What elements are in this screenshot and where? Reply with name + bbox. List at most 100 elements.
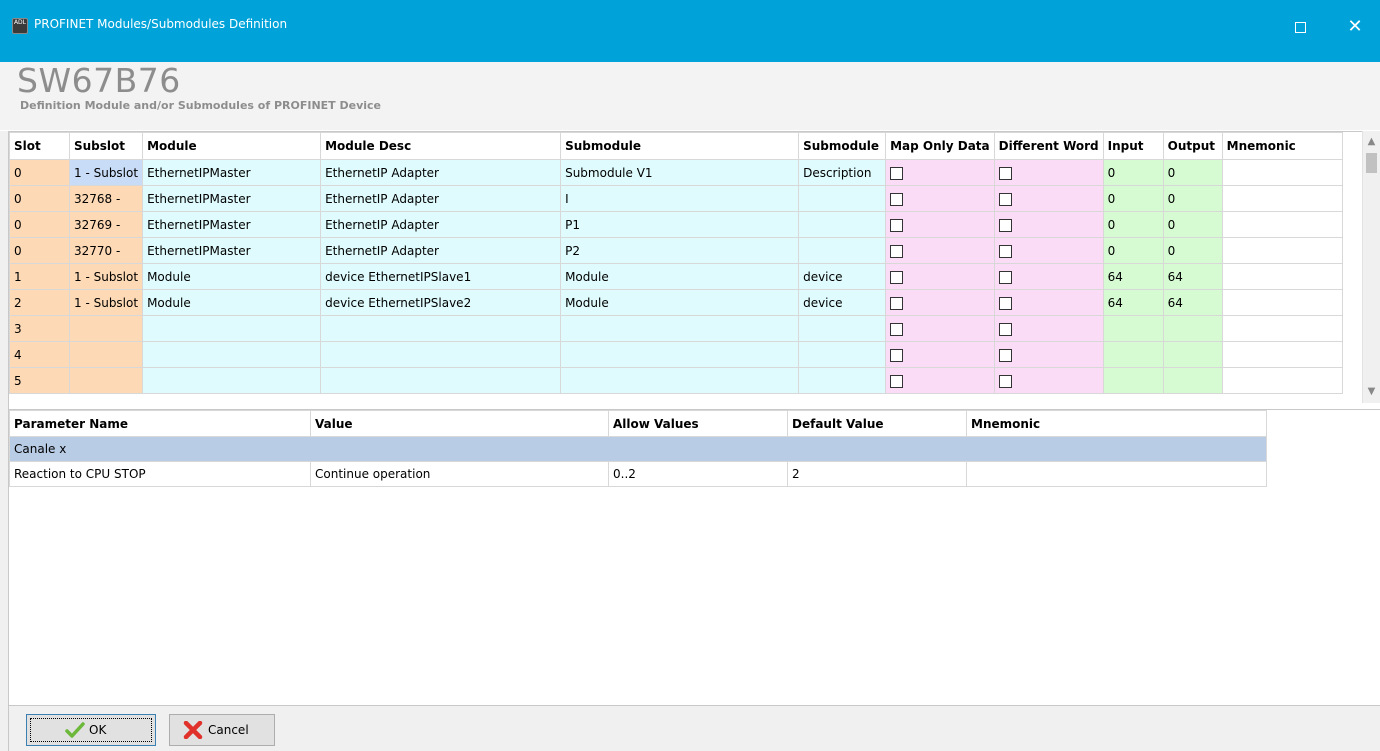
subslot-cell[interactable]: 1 - Subslot [68,159,144,186]
output-cell[interactable]: 0 [1162,159,1223,186]
slot-cell[interactable]: 4 [9,341,70,368]
parameters-grid[interactable]: Parameter Name Value Allow Values Defaul… [9,409,1380,705]
map-only-data-checkbox[interactable] [890,270,904,284]
modules-grid[interactable]: Slot Subslot Module Module Desc Submodul… [9,131,1380,403]
mnemonic-cell[interactable] [1221,367,1343,394]
mnemonic-cell[interactable] [1221,263,1343,290]
output-cell[interactable]: 0 [1162,237,1223,264]
submodule-desc-cell[interactable]: device [798,263,887,290]
module-cell[interactable]: EthernetIPMaster [142,159,322,186]
submodule-desc-cell[interactable] [798,237,887,264]
submodule-desc-cell[interactable] [798,185,887,212]
map-only-data-checkbox[interactable] [890,218,904,232]
col-header-mnemonic[interactable]: Mnemonic [1221,132,1343,160]
subslot-cell[interactable] [68,315,144,342]
col-header-output[interactable]: Output [1162,132,1223,160]
submodule-desc-cell[interactable]: device [798,289,887,316]
module-desc-cell[interactable]: device EthernetIPSlave1 [320,263,562,290]
submodule-cell[interactable]: Submodule V1 [560,159,800,186]
module-cell[interactable] [142,315,322,342]
different-word-checkbox[interactable] [998,348,1012,362]
close-button[interactable]: ✕ [1335,10,1375,44]
submodule-desc-cell[interactable] [798,211,887,238]
map-only-data-checkbox[interactable] [890,348,904,362]
submodule-cell[interactable]: Module [560,289,800,316]
output-cell[interactable]: 0 [1162,185,1223,212]
slot-cell[interactable]: 2 [9,289,70,316]
col-header-param-mnemonic[interactable]: Mnemonic [966,410,1267,437]
scroll-up-icon[interactable]: ▲ [1363,133,1380,150]
module-desc-cell[interactable]: EthernetIP Adapter [320,237,562,264]
module-desc-cell[interactable] [320,341,562,368]
subslot-cell[interactable]: 1 - Subslot [68,289,144,316]
different-word-checkbox[interactable] [998,322,1012,336]
different-word-checkbox[interactable] [998,244,1012,258]
slot-cell[interactable]: 0 [9,159,70,186]
output-cell[interactable]: 64 [1162,289,1223,316]
module-cell[interactable] [142,367,322,394]
map-only-data-checkbox[interactable] [890,192,904,206]
mnemonic-cell[interactable] [1221,289,1343,316]
different-word-checkbox[interactable] [998,374,1012,388]
submodule-cell[interactable]: Module [560,263,800,290]
col-header-different-word[interactable]: Different Word [993,132,1104,160]
submodule-cell[interactable]: I [560,185,800,212]
submodule-desc-cell[interactable] [798,315,887,342]
module-desc-cell[interactable]: device EthernetIPSlave2 [320,289,562,316]
module-cell[interactable]: Module [142,263,322,290]
col-header-default-value[interactable]: Default Value [787,410,967,437]
subslot-cell[interactable]: 32769 - [68,211,144,238]
submodule-cell[interactable]: P1 [560,211,800,238]
submodule-desc-cell[interactable] [798,367,887,394]
scroll-down-icon[interactable]: ▼ [1363,383,1380,400]
col-header-map-only-data[interactable]: Map Only Data [885,132,995,160]
slot-cell[interactable]: 5 [9,367,70,394]
output-cell[interactable]: 0 [1162,211,1223,238]
input-cell[interactable]: 0 [1102,237,1164,264]
module-desc-cell[interactable] [320,367,562,394]
subslot-cell[interactable]: 1 - Subslot [68,263,144,290]
ok-button[interactable]: OK [26,714,156,746]
module-cell[interactable]: EthernetIPMaster [142,237,322,264]
input-cell[interactable]: 64 [1102,289,1164,316]
mnemonic-cell[interactable] [1221,185,1343,212]
output-cell[interactable]: 64 [1162,263,1223,290]
cancel-button[interactable]: Cancel [169,714,275,746]
col-header-allow-values[interactable]: Allow Values [608,410,788,437]
map-only-data-checkbox[interactable] [890,296,904,310]
table-row[interactable]: 5 [9,367,1343,394]
table-row[interactable]: 0 32768 - EthernetIPMaster EthernetIP Ad… [9,185,1343,212]
input-cell[interactable]: 0 [1102,185,1164,212]
submodule-cell[interactable] [560,341,800,368]
table-row[interactable]: 3 [9,315,1343,342]
different-word-checkbox[interactable] [998,270,1012,284]
slot-cell[interactable]: 0 [9,185,70,212]
slot-cell[interactable]: 1 [9,263,70,290]
parameter-mnemonic-cell[interactable] [966,461,1267,487]
module-cell[interactable] [142,341,322,368]
submodule-desc-cell[interactable]: Description [798,159,887,186]
submodule-cell[interactable]: P2 [560,237,800,264]
slot-cell[interactable]: 3 [9,315,70,342]
output-cell[interactable] [1162,367,1223,394]
modules-scrollbar[interactable]: ▲ ▼ [1362,131,1380,403]
parameter-group-row[interactable]: Canale x [9,436,1267,462]
col-header-input[interactable]: Input [1102,132,1164,160]
input-cell[interactable] [1102,367,1164,394]
module-desc-cell[interactable] [320,315,562,342]
subslot-cell[interactable]: 32770 - [68,237,144,264]
table-row[interactable]: 0 32769 - EthernetIPMaster EthernetIP Ad… [9,211,1343,238]
slot-cell[interactable]: 0 [9,211,70,238]
module-desc-cell[interactable]: EthernetIP Adapter [320,159,562,186]
input-cell[interactable]: 0 [1102,159,1164,186]
col-header-submodule[interactable]: Submodule [560,132,800,160]
different-word-checkbox[interactable] [998,166,1012,180]
col-header-parameter-name[interactable]: Parameter Name [9,410,311,437]
input-cell[interactable] [1102,341,1164,368]
map-only-data-checkbox[interactable] [890,244,904,258]
table-row[interactable]: 4 [9,341,1343,368]
output-cell[interactable] [1162,315,1223,342]
different-word-checkbox[interactable] [998,218,1012,232]
output-cell[interactable] [1162,341,1223,368]
different-word-checkbox[interactable] [998,192,1012,206]
